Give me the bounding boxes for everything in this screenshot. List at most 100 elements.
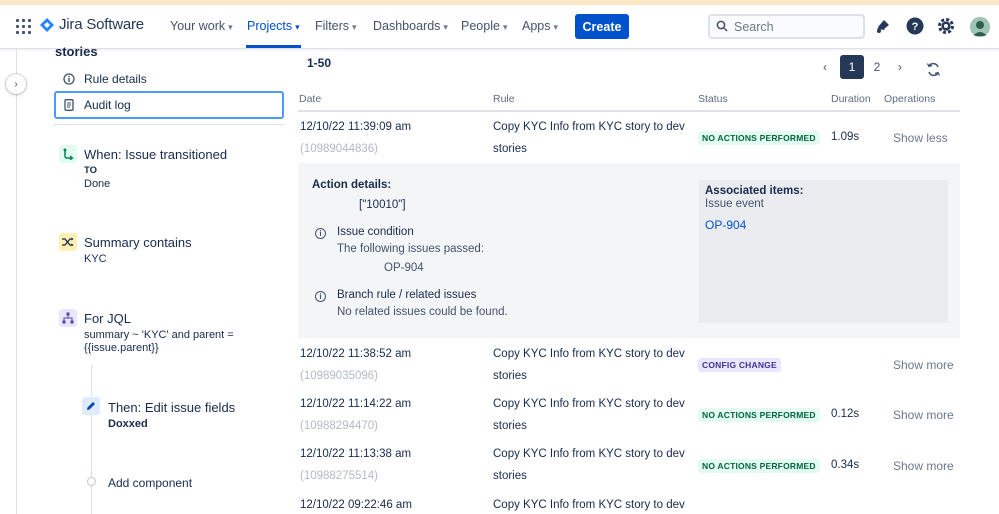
trigger-sub-value: Done [84,178,111,190]
column-header-date[interactable]: Date [299,93,321,105]
details-heading: Action details: [312,179,392,191]
info-icon [63,73,75,85]
action-title[interactable]: Then: Edit issue fields [108,400,235,415]
nav-dashboards-label: Dashboards [373,19,441,33]
search-input[interactable]: Search [708,14,865,39]
row-duration: 1.09s [831,131,860,143]
previous-page-icon[interactable]: ‹ [823,60,827,74]
nav-dashboards[interactable]: Dashboards ▾ [373,19,448,33]
nav-projects[interactable]: Projects ▾ [247,19,300,33]
next-page-icon[interactable]: › [898,60,902,74]
nav-filters[interactable]: Filters ▾ [315,19,357,33]
info-icon: i [315,291,326,302]
chevron-down-icon: ▾ [295,22,300,32]
nav-filters-label: Filters [315,19,350,33]
chevron-down-icon: ▾ [502,22,508,32]
sidebar-item-rule-details[interactable]: Rule details [54,65,284,93]
create-button[interactable]: Create [575,14,629,39]
help-icon[interactable]: ? [906,17,924,35]
row-rule[interactable]: Copy KYC Info from KYC story to dev [493,499,685,511]
avatar-image [970,17,990,37]
svg-text:?: ? [912,21,919,33]
page-button-2[interactable]: 2 [865,55,889,79]
shuffle-icon [59,233,77,251]
chevron-down-icon: ▾ [553,22,559,32]
trigger-title[interactable]: When: Issue transitioned [84,147,227,162]
sidebar-rail [16,50,17,514]
divider [54,124,284,125]
condition-issue: OP-904 [384,262,424,274]
search-placeholder: Search [734,20,774,34]
branch-title[interactable]: For JQL [84,311,131,326]
search-icon [716,20,728,32]
jira-logo[interactable]: Jira Software [40,16,144,33]
column-header-operations: Operations [884,93,936,105]
status-badge: CONFIG CHANGE [698,358,781,372]
page-button-1[interactable]: 1 [840,55,864,79]
row-date: 12/10/22 09:22:46 am [300,499,412,511]
refresh-icon[interactable] [926,62,941,77]
row-rule[interactable]: Copy KYC Info from KYC story to dev [493,398,685,410]
top-navigation: Jira Software Your work ▾ Projects ▾ Filte… [0,5,999,49]
chevron-down-icon: ▾ [352,22,357,32]
column-header-status[interactable]: Status [698,93,728,105]
nav-your-work-label: Your work [170,19,226,33]
condition-heading: Issue condition [337,226,414,238]
status-badge: NO ACTIONS PERFORMED [698,408,820,422]
nav-people[interactable]: People ▾ [461,19,507,33]
condition-title[interactable]: Summary contains [84,235,192,250]
product-name: Jira Software [59,16,144,33]
result-range: 1-50 [307,56,332,70]
row-date: 12/10/22 11:14:22 am [300,398,412,410]
notifications-icon[interactable] [875,17,891,35]
row-duration: 0.34s [831,459,860,471]
assoc-type: Issue event [705,198,764,210]
trigger-sub-label: TO [84,165,98,176]
settings-icon[interactable] [937,17,955,35]
expand-sidebar-button[interactable]: › [6,74,26,94]
rule-title-fragment: stories [55,44,98,59]
show-more-button[interactable]: Show more [893,459,954,473]
row-rule-cont[interactable]: stories [493,470,527,482]
nav-your-work[interactable]: Your work ▾ [170,19,233,33]
condition-value: KYC [84,253,107,265]
row-rule[interactable]: Copy KYC Info from KYC story to dev [493,348,685,360]
add-component-dot [87,477,96,486]
row-rule[interactable]: Copy KYC Info from KYC story to dev [493,121,685,133]
row-rule-cont[interactable]: stories [493,420,527,432]
column-header-duration[interactable]: Duration [831,93,871,105]
row-rule[interactable]: Copy KYC Info from KYC story to dev [493,448,685,460]
chevron-right-icon: › [14,78,18,90]
row-date: 12/10/22 11:13:38 am [300,448,412,460]
status-badge: NO ACTIONS PERFORMED [698,131,820,145]
column-header-rule[interactable]: Rule [493,93,515,105]
nav-apps[interactable]: Apps ▾ [522,19,558,33]
sidebar-item-audit-log[interactable]: Audit log [54,91,284,119]
row-rule-cont[interactable]: stories [493,370,527,382]
avatar[interactable] [970,17,990,37]
issue-link[interactable]: OP-904 [705,218,746,232]
chevron-down-icon: ▾ [443,22,448,32]
branch-heading: Branch rule / related issues [337,289,477,301]
chevron-down-icon: ▾ [228,22,233,32]
branch-connector [91,365,92,514]
action-value: Doxxed [108,418,148,430]
branch-icon [59,309,77,327]
row-date: 12/10/22 11:39:09 am [300,121,412,133]
info-icon: i [315,228,326,239]
app-switcher-icon[interactable] [16,19,31,34]
row-id: (10988294470) [300,420,379,432]
condition-text: The following issues passed: [337,243,485,255]
show-more-button[interactable]: Show more [893,408,954,422]
show-less-button[interactable]: Show less [893,131,948,145]
active-nav-indicator [246,45,301,48]
add-component-button[interactable]: Add component [108,476,192,490]
transition-icon [59,145,77,163]
nav-apps-label: Apps [522,19,551,33]
row-rule-cont[interactable]: stories [493,143,527,155]
jira-diamond-icon [40,17,54,32]
show-more-button[interactable]: Show more [893,358,954,372]
sidebar-item-label: Audit log [84,98,131,112]
nav-people-label: People [461,19,500,33]
table-header-divider [298,110,960,112]
